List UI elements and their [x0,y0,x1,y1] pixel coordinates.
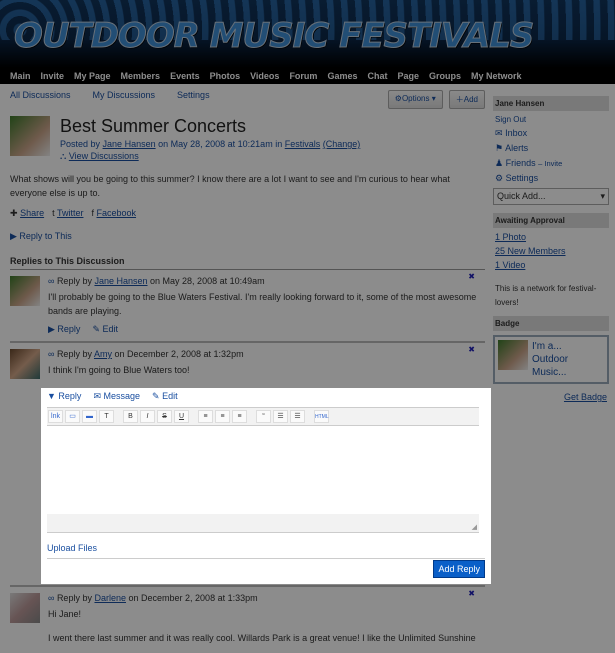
resize-handle[interactable] [47,514,479,533]
link-icon[interactable]: lnk [48,410,63,423]
quote-icon[interactable]: “ [256,410,271,423]
tab-message[interactable]: ✉ Message [93,391,140,402]
upload-files-link[interactable]: Upload Files [47,543,485,559]
strikethrough-icon[interactable]: S [157,410,172,423]
align-left-icon[interactable]: ≡ [198,410,213,423]
align-right-icon[interactable]: ≡ [232,410,247,423]
tab-reply[interactable]: ▼ Reply [47,391,81,402]
bullet-list-icon[interactable]: ☰ [273,410,288,423]
underline-icon[interactable]: U [174,410,189,423]
bold-icon[interactable]: B [123,410,138,423]
tab-edit[interactable]: ✎ Edit [152,391,178,402]
text-icon[interactable]: T [99,410,114,423]
numbered-list-icon[interactable]: ☰ [290,410,305,423]
add-reply-button[interactable]: Add Reply [433,560,485,578]
editor-toolbar: lnk ▭ ▬ T BISU ≡ ≡ ≡ “☰ ☰ HTML [47,407,479,426]
image-icon[interactable]: ▭ [65,410,80,423]
html-icon[interactable]: HTML [314,410,329,423]
pencil-icon: ✎ [152,391,160,401]
video-icon[interactable]: ▬ [82,410,97,423]
italic-icon[interactable]: I [140,410,155,423]
align-center-icon[interactable]: ≡ [215,410,230,423]
reply-textarea[interactable] [47,426,479,514]
envelope-icon: ✉ [93,391,101,401]
reply-editor: ▼ Reply ✉ Message ✎ Edit lnk ▭ ▬ T BISU ≡ ≡ ≡ “… [41,388,491,584]
